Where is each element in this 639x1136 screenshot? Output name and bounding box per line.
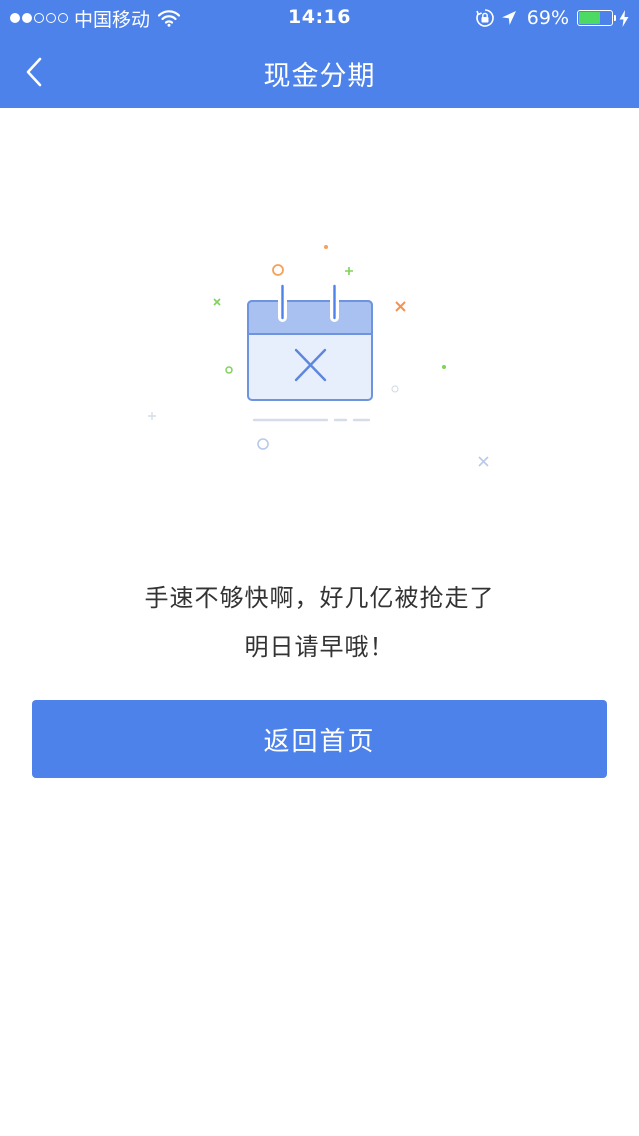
app-header: 中国移动 14:16 69% 现金分期 (0, 0, 639, 108)
sparkle-ring-icon (391, 385, 399, 393)
return-home-button[interactable]: 返回首页 (32, 700, 607, 778)
nav-bar: 现金分期 (0, 36, 639, 108)
message-line-2: 明日请早哦！ (244, 633, 395, 661)
calendar-header (247, 300, 373, 335)
location-arrow-icon (501, 11, 516, 25)
sparkle-dot-icon (442, 365, 446, 369)
rotation-lock-icon (475, 9, 494, 27)
sparkle-cross-icon (213, 298, 221, 306)
sparkle-ring-icon (272, 264, 284, 276)
sparkle-dot-icon (324, 245, 328, 249)
calendar-closed-icon (148, 245, 489, 467)
return-home-label: 返回首页 (263, 726, 376, 757)
page-title: 现金分期 (263, 61, 376, 92)
status-right: 69% (475, 6, 629, 30)
sparkle-ring-icon (257, 438, 269, 450)
sparkle-cross-icon (478, 456, 489, 467)
message-line-1: 手速不够快啊，好几亿被抢走了 (144, 584, 495, 612)
battery-icon (577, 10, 616, 26)
sparkle-plus-icon (345, 267, 353, 275)
sparkle-ring-icon (225, 366, 233, 374)
battery-level (579, 12, 600, 24)
status-bar: 中国移动 14:16 69% (0, 0, 639, 36)
sparkle-cross-icon (395, 301, 406, 312)
charging-icon (619, 9, 629, 27)
battery-percent: 69% (526, 7, 569, 29)
sparkle-plus-icon (148, 412, 156, 420)
